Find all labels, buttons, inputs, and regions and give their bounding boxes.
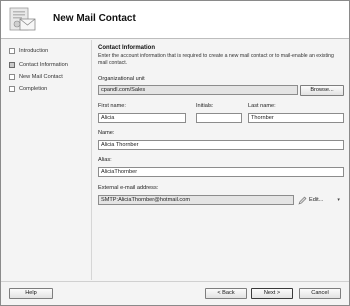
nav-step-label: New Mail Contact [19,73,63,80]
pencil-icon [298,196,307,205]
dropdown-arrow-icon[interactable]: ▾ [337,197,340,203]
section-description: Enter the account information that is re… [98,53,334,66]
cancel-button[interactable]: Cancel [299,288,341,299]
first-name-field[interactable]: Alicia [98,113,186,123]
step-checkbox-icon [9,73,15,80]
browse-button[interactable]: Browse... [300,85,344,96]
step-current-icon [9,61,15,68]
help-button[interactable]: Help [9,288,53,299]
last-name-field[interactable]: Thornber [248,113,344,123]
wizard-content: Contact Information Enter the account in… [91,40,349,280]
nav-step-label: Introduction [19,47,49,54]
name-field[interactable]: Alicia Thornber [98,140,344,150]
name-label: Name: [98,130,115,136]
nav-step-contact-information: Contact Information [9,60,68,69]
edit-address-control[interactable]: Edit... ▾ [298,195,340,205]
mail-contact-wizard-icon [9,7,37,33]
nav-step-new-mail-contact: New Mail Contact [9,72,63,81]
external-email-label: External e-mail address: [98,185,159,191]
ou-label: Organizational unit [98,76,145,82]
next-button[interactable]: Next > [251,288,293,299]
first-name-label: First name: [98,103,126,109]
initials-label: Initials: [196,103,214,109]
external-email-field[interactable]: SMTP:AliciaThornber@hotmail.com [98,195,294,205]
alias-label: Alias: [98,157,112,163]
wizard-footer: Help < Back Next > Cancel [1,281,349,305]
initials-field[interactable] [196,113,242,123]
alias-field[interactable]: AliciaThornber [98,167,344,177]
new-mail-contact-window: New Mail Contact Introduction Contact In… [0,0,350,306]
wizard-header: New Mail Contact [1,1,349,39]
back-button[interactable]: < Back [205,288,247,299]
nav-step-label: Contact Information [19,61,68,68]
edit-link[interactable]: Edit... [309,197,323,203]
last-name-label: Last name: [248,103,276,109]
section-title: Contact Information [98,45,155,51]
step-checkbox-icon [9,47,15,54]
nav-step-completion: Completion [9,84,47,93]
wizard-steps-nav: Introduction Contact Information New Mai… [1,40,89,280]
nav-step-label: Completion [19,85,48,92]
nav-step-introduction: Introduction [9,46,48,55]
step-checkbox-icon [9,85,15,92]
ou-field[interactable]: cpandl.com/Sales [98,85,298,95]
wizard-title: New Mail Contact [53,13,136,24]
